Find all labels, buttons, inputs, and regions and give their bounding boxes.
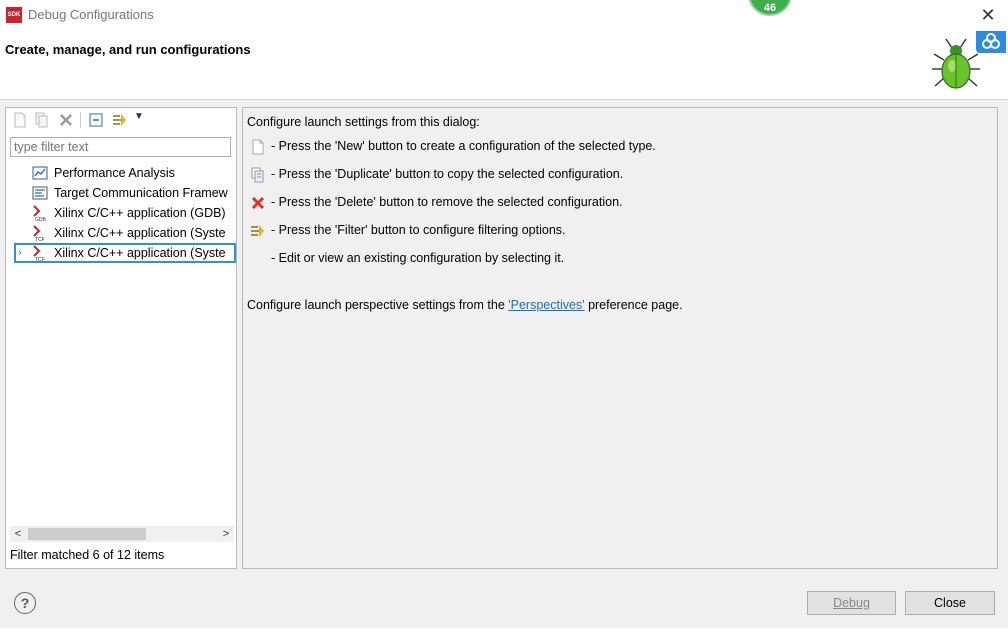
debug-button[interactable]: Debug <box>807 591 896 615</box>
filter-status: Filter matched 6 of 12 items <box>10 548 165 562</box>
expand-arrow-icon[interactable]: › <box>18 245 22 261</box>
close-button[interactable]: Close <box>905 591 995 615</box>
configuration-details-panel: Configure launch settings from this dial… <box>242 107 998 569</box>
collapse-all-icon[interactable] <box>88 111 104 129</box>
banner-title: Create, manage, and run configurations <box>5 42 251 57</box>
duplicate-icon <box>251 167 264 183</box>
svg-text:TCF: TCF <box>35 237 45 241</box>
tree-item-label: Xilinx C/C++ application (Syste <box>54 246 226 260</box>
dropdown-arrow-icon[interactable]: ▼ <box>134 111 144 122</box>
tree-item-tcf[interactable]: Target Communication Framew <box>6 183 236 203</box>
scroll-right-button[interactable]: > <box>218 526 234 542</box>
xilinx-gdb-icon: GDB <box>33 205 47 221</box>
perspectives-link[interactable]: 'Perspectives' <box>508 298 584 312</box>
tree-item-label: Target Communication Framew <box>54 186 228 200</box>
tree-item-xilinx-system-1[interactable]: TCF Xilinx C/C++ application (Syste <box>6 223 236 243</box>
configuration-list-panel: ▼ Performance Analysis Target Communicat… <box>5 107 237 569</box>
filter-input[interactable] <box>10 137 231 157</box>
perspective-suffix: preference page. <box>584 298 683 312</box>
tree-item-xilinx-gdb[interactable]: GDB Xilinx C/C++ application (GDB) <box>6 203 236 223</box>
tree-item-label: Xilinx C/C++ application (GDB) <box>54 206 226 220</box>
help-line-filter: - Press the 'Filter' button to configure… <box>271 223 566 237</box>
window-title: Debug Configurations <box>28 7 154 22</box>
config-type-tree: Performance Analysis Target Communicatio… <box>6 163 236 263</box>
scroll-left-button[interactable]: < <box>10 526 26 542</box>
delete-icon[interactable] <box>58 111 74 129</box>
tree-item-xilinx-system-2[interactable]: › TCF Xilinx C/C++ application (Syste <box>14 243 236 263</box>
title-bar: SDK Debug Configurations 46 ✕ <box>0 0 1008 31</box>
duplicate-icon[interactable] <box>34 111 50 129</box>
help-line-delete: - Press the 'Delete' button to remove th… <box>271 195 623 209</box>
debug-button-label: Debug <box>833 596 870 610</box>
help-line-new: - Press the 'New' button to create a con… <box>271 139 656 153</box>
tcf-icon <box>32 186 48 200</box>
header-banner: Create, manage, and run configurations <box>0 31 1008 100</box>
svg-text:GDB: GDB <box>35 217 47 221</box>
filter-icon[interactable] <box>112 111 128 129</box>
perspective-prefix: Configure launch perspective settings fr… <box>247 298 509 312</box>
cloud-icon[interactable] <box>976 31 1006 53</box>
chart-icon <box>32 166 48 180</box>
notification-badge[interactable]: 46 <box>748 0 792 16</box>
delete-icon <box>251 196 265 210</box>
xilinx-tcf-icon: TCF <box>33 225 45 241</box>
bug-icon <box>932 38 980 89</box>
filter-icon <box>251 225 264 237</box>
scroll-thumb[interactable] <box>28 528 146 540</box>
horizontal-scrollbar[interactable]: < > <box>10 526 234 542</box>
new-config-icon[interactable] <box>12 111 28 129</box>
help-icon[interactable]: ? <box>14 592 36 614</box>
help-line-edit: - Edit or view an existing configuration… <box>271 251 565 265</box>
sdk-app-icon: SDK <box>6 7 22 23</box>
new-config-icon <box>252 139 264 155</box>
help-line-duplicate: - Press the 'Duplicate' button to copy t… <box>271 167 624 181</box>
intro-text: Configure launch settings from this dial… <box>247 115 480 129</box>
perspective-text: Configure launch perspective settings fr… <box>247 298 683 312</box>
xilinx-tcf-icon: TCF <box>33 245 45 261</box>
tree-item-performance-analysis[interactable]: Performance Analysis <box>6 163 236 183</box>
bottom-edge <box>0 628 1008 634</box>
svg-text:TCF: TCF <box>35 257 45 261</box>
tree-item-label: Xilinx C/C++ application (Syste <box>54 226 226 240</box>
tree-item-label: Performance Analysis <box>54 166 175 180</box>
window-close-button[interactable]: ✕ <box>976 4 1000 26</box>
